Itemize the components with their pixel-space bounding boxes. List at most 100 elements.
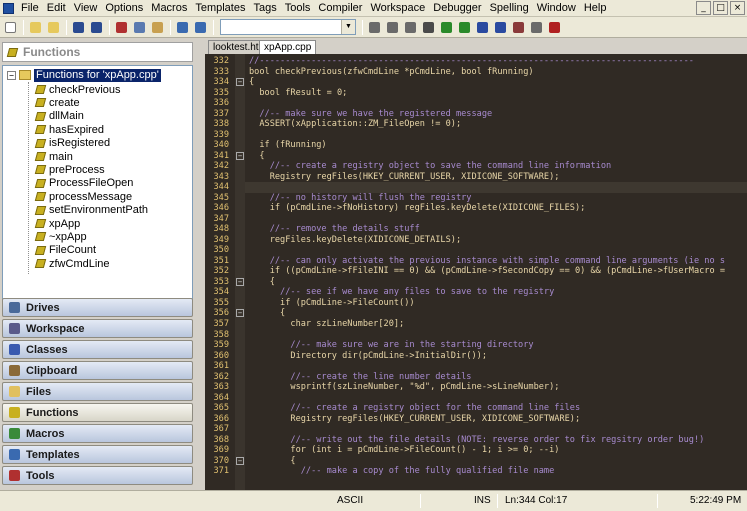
function-item[interactable]: ~xpApp [34, 230, 87, 243]
menu-options[interactable]: Options [101, 0, 147, 17]
function-item[interactable]: processMessage [34, 190, 132, 203]
function-item[interactable]: FileCount [34, 244, 96, 257]
menu-workspace[interactable]: Workspace [366, 0, 429, 17]
menu-file[interactable]: File [17, 0, 43, 17]
code-line[interactable]: regFiles.keyDelete(XIDICONE_DETAILS); [249, 235, 461, 246]
code-line[interactable]: Registry regFiles(HKEY_CURRENT_USER, XID… [249, 414, 580, 425]
nav-clipboard-button[interactable]: Clipboard [2, 361, 193, 380]
restore-icon[interactable]: □ [713, 1, 728, 15]
help-button[interactable] [546, 19, 563, 36]
code-line[interactable]: if ((pCmdLine->fFileINI == 0) && (pCmdLi… [249, 266, 725, 277]
search-combo[interactable]: ▼ [220, 19, 356, 35]
menu-debugger[interactable]: Debugger [429, 0, 485, 17]
code-line[interactable]: { [249, 151, 264, 162]
function-item[interactable]: isRegistered [34, 137, 110, 150]
tree-root-label[interactable]: Functions for 'xpApp.cpp' [34, 68, 161, 82]
function-item[interactable]: hasExpired [34, 123, 104, 136]
code-editor[interactable]: 332 333 334 335 336 337 338 339 340 341 342 343 344 3… [205, 54, 747, 490]
code-line[interactable]: //-- make a copy of the fully qualified … [249, 466, 555, 477]
open-folder-alt-button[interactable] [45, 19, 62, 36]
code-line[interactable]: bool fResult = 0; [249, 88, 347, 99]
code-line[interactable]: //-- create the line number details [249, 372, 471, 383]
code-line[interactable]: //-- remove the details stuff [249, 224, 420, 235]
undo-button[interactable] [174, 19, 191, 36]
code-line[interactable]: Directory dir(pCmdLine->InitialDir()); [249, 351, 487, 362]
menu-tools[interactable]: Tools [281, 0, 315, 17]
arrow-down-button[interactable] [456, 19, 473, 36]
fold-toggle-icon[interactable]: − [236, 78, 244, 87]
function-item[interactable]: xpApp [34, 217, 80, 230]
function-item[interactable]: dllMain [34, 110, 84, 123]
code-line[interactable]: bool checkPrevious(zfwCmdLine *pCmdLine,… [249, 67, 534, 78]
paste-button[interactable] [149, 19, 166, 36]
app-icon[interactable] [3, 3, 14, 14]
menu-macros[interactable]: Macros [147, 0, 191, 17]
menu-help[interactable]: Help [580, 0, 611, 17]
code-line[interactable]: //-- see if we have any files to save to… [249, 287, 554, 298]
code-line[interactable]: if (pCmdLine->fNoHistory) regFiles.keyDe… [249, 203, 586, 214]
copy-button[interactable] [131, 19, 148, 36]
code-line[interactable]: { [249, 277, 275, 288]
code-line[interactable]: { [249, 308, 285, 319]
fold-toggle-icon[interactable]: − [236, 456, 244, 465]
code-line[interactable]: //-- make sure we are in the starting di… [249, 340, 533, 351]
code-line[interactable]: //-- can only activate the previous inst… [249, 256, 725, 267]
tab-xpapp-cpp[interactable]: xpApp.cpp [259, 40, 317, 54]
menu-view[interactable]: View [70, 0, 102, 17]
code-line[interactable]: { [249, 77, 254, 88]
function-tree[interactable]: − Functions for 'xpApp.cpp' checkPreviou… [2, 65, 193, 300]
code-line[interactable]: //-- create a registry object for the co… [249, 403, 580, 414]
code-line[interactable]: if (pCmdLine->FileCount()) [249, 298, 415, 309]
code-line[interactable]: Registry regFiles(HKEY_CURRENT_USER, XID… [249, 172, 560, 183]
function-item[interactable]: zfwCmdLine [34, 257, 110, 270]
nav-tools-button[interactable]: Tools [2, 466, 193, 485]
code-line[interactable]: wsprintf(szLineNumber, "%d", pCmdLine->s… [249, 382, 559, 393]
code-line[interactable]: if (fRunning) [249, 140, 326, 151]
code-line[interactable]: //-- make sure we have the registered me… [249, 109, 492, 120]
chevron-down-icon[interactable]: ▼ [341, 20, 355, 34]
fold-toggle-icon[interactable]: − [236, 151, 244, 160]
save-all-button[interactable] [88, 19, 105, 36]
arrow-right-button[interactable] [492, 19, 509, 36]
fold-toggle-icon[interactable]: − [236, 309, 244, 318]
nav-classes-button[interactable]: Classes [2, 340, 193, 359]
menu-compiler[interactable]: Compiler [314, 0, 366, 17]
menu-templates[interactable]: Templates [191, 0, 249, 17]
function-item[interactable]: create [34, 96, 80, 109]
close-icon[interactable]: × [730, 1, 745, 15]
save-button[interactable] [70, 19, 87, 36]
arrow-up-button[interactable] [438, 19, 455, 36]
print-button[interactable] [420, 19, 437, 36]
grep-button[interactable] [528, 19, 545, 36]
replace-button[interactable] [402, 19, 419, 36]
function-item[interactable]: setEnvironmentPath [34, 204, 148, 217]
compile-button[interactable] [510, 19, 527, 36]
fold-margin[interactable] [235, 54, 245, 490]
menu-tags[interactable]: Tags [249, 0, 280, 17]
code-line[interactable]: //-- create a registry object to save th… [249, 161, 611, 172]
nav-drives-button[interactable]: Drives [2, 298, 193, 317]
tree-root[interactable]: − Functions for 'xpApp.cpp' [7, 68, 161, 82]
nav-workspace-button[interactable]: Workspace [2, 319, 193, 338]
fold-toggle-icon[interactable]: − [236, 277, 244, 286]
nav-templates-button[interactable]: Templates [2, 445, 193, 464]
find-button[interactable] [366, 19, 383, 36]
open-folder-button[interactable] [27, 19, 44, 36]
function-item[interactable]: preProcess [34, 163, 105, 176]
redo-button[interactable] [192, 19, 209, 36]
menu-edit[interactable]: Edit [43, 0, 70, 17]
nav-files-button[interactable]: Files [2, 382, 193, 401]
code-line[interactable]: ASSERT(xApplication::ZM_FileOpen != 0); [249, 119, 461, 130]
function-item[interactable]: main [34, 150, 73, 163]
code-line[interactable]: //-- no history will flush the registry [249, 193, 472, 204]
nav-macros-button[interactable]: Macros [2, 424, 193, 443]
code-line[interactable]: for (int i = pCmdLine->FileCount() - 1; … [249, 445, 559, 456]
function-item[interactable]: ProcessFileOpen [34, 177, 133, 190]
function-item[interactable]: checkPrevious [34, 83, 121, 96]
menu-spelling[interactable]: Spelling [486, 0, 533, 17]
code-line[interactable]: //-- write out the file details (NOTE: r… [249, 435, 704, 446]
new-file-button[interactable] [2, 19, 19, 36]
arrow-left-button[interactable] [474, 19, 491, 36]
minimize-icon[interactable]: _ [696, 1, 711, 15]
code-line[interactable]: //--------------------------------------… [249, 56, 694, 67]
